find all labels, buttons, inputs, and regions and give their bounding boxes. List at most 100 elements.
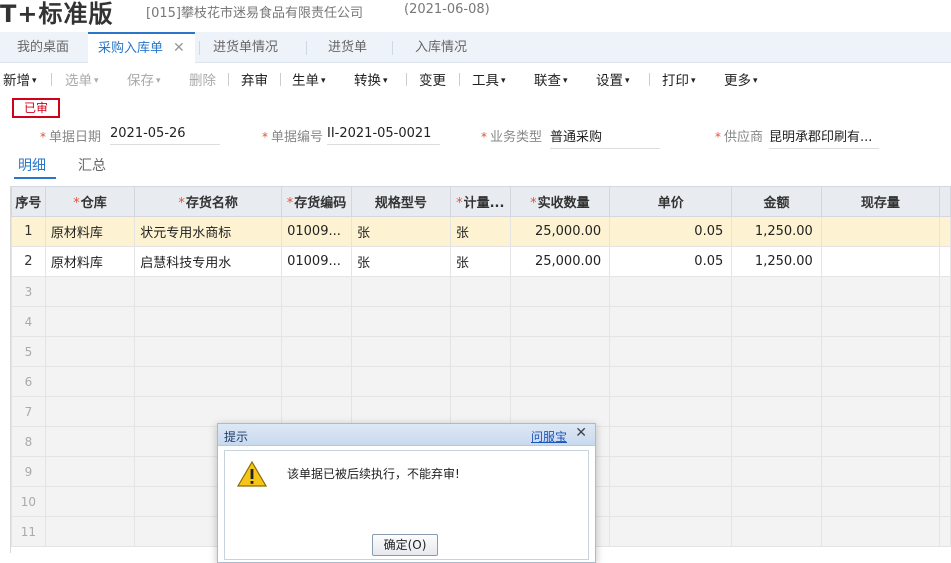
cell-idx[interactable]: 7 [11,396,46,427]
cell-empty[interactable] [350,306,451,337]
cell-empty[interactable] [449,306,511,337]
col-header-spec[interactable]: 规格型号 [350,186,451,217]
cell-empty[interactable] [44,366,136,397]
cell-empty[interactable] [731,366,822,397]
col-header-item-code[interactable]: *存货编码 [281,186,352,217]
cell-empty[interactable] [44,426,136,457]
cell-idx[interactable]: 1 [11,216,46,247]
cell-stock[interactable] [820,216,940,247]
cell-empty[interactable] [609,516,733,547]
table-row[interactable]: 6 [11,366,951,397]
col-header-unit[interactable]: *计量... [449,186,511,217]
cell-item-name[interactable]: 状元专用水商标 [134,216,283,247]
table-row[interactable]: 1 原材料库 状元专用水商标 01009... 张张 25,000.00 0.05 1,250… [11,216,951,247]
table-row[interactable]: 4 [11,306,951,337]
cell-empty[interactable] [350,366,451,397]
cell-empty[interactable] [281,396,352,427]
cell-unit[interactable]: 张 [449,246,511,277]
delete-button[interactable]: 删除 [189,69,216,89]
close-icon[interactable]: ✕ [575,425,587,441]
new-button[interactable]: 新增 ▾ [3,69,37,89]
unaudit-button[interactable]: 弃审 [241,69,268,89]
cell-empty[interactable] [731,456,822,487]
tab-my-desktop[interactable]: 我的桌面 [17,32,69,63]
cell-empty[interactable] [820,336,940,367]
cell-idx[interactable]: 5 [11,336,46,367]
cell-empty[interactable] [731,276,822,307]
cell-empty[interactable] [44,396,136,427]
cell-empty[interactable] [820,276,940,307]
cell-empty[interactable] [509,336,611,367]
more-button[interactable]: 更多 ▾ [724,69,758,89]
cell-empty[interactable] [449,336,511,367]
cell-empty[interactable] [731,486,822,517]
tools-button[interactable]: 工具 ▾ [472,69,506,89]
help-link[interactable]: 问服宝 [531,428,567,445]
cell-empty[interactable] [609,276,733,307]
cell-empty[interactable] [134,336,283,367]
cell-empty[interactable] [134,306,283,337]
cell-empty[interactable] [820,366,940,397]
cell-idx[interactable]: 6 [11,366,46,397]
cell-empty[interactable] [820,306,940,337]
cell-empty[interactable] [44,336,136,367]
cell-empty[interactable] [44,516,136,547]
cell-unit[interactable]: 张 [449,216,511,247]
cell-empty[interactable] [509,306,611,337]
cell-idx[interactable]: 11 [11,516,46,547]
cell-empty[interactable] [449,366,511,397]
col-header-idx[interactable]: 序号 [11,186,46,217]
cell-empty[interactable] [731,396,822,427]
cell-empty[interactable] [609,396,733,427]
table-row[interactable]: 5 [11,336,951,367]
cell-spec[interactable]: 张 [350,246,451,277]
table-row[interactable]: 3 [11,276,951,307]
doc-date-input[interactable]: 2021-05-26 [110,126,220,145]
cell-amount[interactable]: 1,250.00 [731,246,822,277]
cell-empty[interactable] [134,366,283,397]
tab-receipt-situation[interactable]: 入库情况 [415,32,467,63]
cell-empty[interactable] [449,276,511,307]
cell-empty[interactable] [731,516,822,547]
tab-purchase-receipt[interactable]: 采购入库单 ✕ [88,32,195,63]
cell-idx[interactable]: 4 [11,306,46,337]
cell-idx[interactable]: 9 [11,456,46,487]
cell-empty[interactable] [449,396,511,427]
col-header-price[interactable]: 单价 [609,186,733,217]
save-button[interactable]: 保存 ▾ [127,69,161,89]
settings-button[interactable]: 设置 ▾ [596,69,630,89]
cell-empty[interactable] [281,366,352,397]
biz-type-select[interactable]: 普通采购 [550,126,660,149]
cell-empty[interactable] [609,366,733,397]
cell-empty[interactable] [509,366,611,397]
cell-warehouse[interactable]: 原材料库 [44,246,136,277]
cell-empty[interactable] [509,396,611,427]
cell-item-name[interactable]: 启慧科技专用水 [134,246,283,277]
cell-idx[interactable]: 2 [11,246,46,277]
table-row[interactable]: 2 原材料库 启慧科技专用水 01009... 张张 25,000.00 0.05 1,250… [11,246,951,277]
select-doc-button[interactable]: 选单 ▾ [65,69,99,89]
cell-empty[interactable] [609,456,733,487]
cell-empty[interactable] [44,456,136,487]
cell-empty[interactable] [44,276,136,307]
cell-empty[interactable] [609,336,733,367]
print-button[interactable]: 打印 ▾ [662,69,696,89]
cell-empty[interactable] [731,336,822,367]
cell-empty[interactable] [350,396,451,427]
cell-price[interactable]: 0.05 [609,246,733,277]
cell-empty[interactable] [820,396,940,427]
table-row[interactable]: 7 [11,396,951,427]
cell-empty[interactable] [820,456,940,487]
col-header-warehouse[interactable]: *仓库 [44,186,136,217]
doc-no-input[interactable]: II-2021-05-0021 [327,126,440,145]
cell-empty[interactable] [350,276,451,307]
convert-button[interactable]: 转换 ▾ [354,69,388,89]
col-header-item-name[interactable]: *存货名称 [134,186,283,217]
cell-spec[interactable]: 张 [350,216,451,247]
cell-empty[interactable] [350,336,451,367]
cell-empty[interactable] [281,276,352,307]
cell-empty[interactable] [44,306,136,337]
cell-qty[interactable]: 25,000.00 [509,246,611,277]
cell-item-code[interactable]: 01009... [281,246,352,277]
col-header-qty[interactable]: *实收数量 [509,186,611,217]
